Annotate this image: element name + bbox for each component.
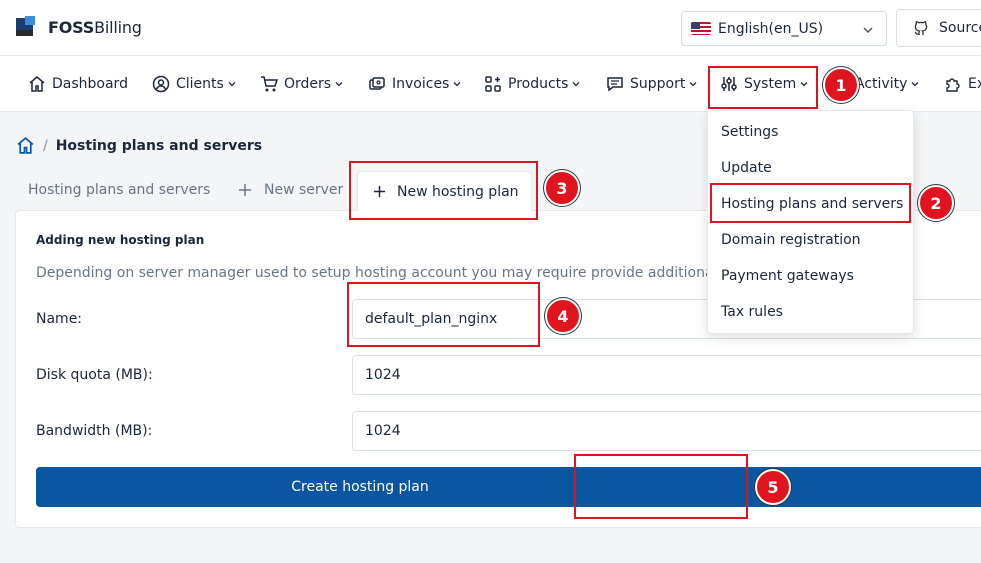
plus-icon — [239, 184, 251, 196]
annotation-badge-5: 5 — [755, 469, 791, 505]
bandwidth-label: Bandwidth (MB): — [36, 423, 153, 439]
chevron-down-icon — [453, 82, 461, 87]
invoice-icon — [369, 77, 385, 90]
logo-icon — [16, 16, 38, 38]
tab-new-server-label: New server — [264, 182, 344, 198]
chevron-down-icon — [863, 27, 873, 34]
annotation-highlight-4 — [347, 282, 540, 347]
menu-item-settings[interactable]: Settings — [721, 124, 778, 140]
cart-icon — [261, 76, 278, 92]
nav-clients-label: Clients — [176, 76, 224, 92]
chevron-down-icon — [228, 82, 236, 87]
nav-invoices-label: Invoices — [392, 76, 450, 92]
annotation-highlight-3 — [349, 161, 538, 220]
menu-item-update[interactable]: Update — [721, 160, 772, 176]
tab-hosting-plans[interactable]: Hosting plans and servers — [28, 182, 210, 198]
menu-item-domain-registration[interactable]: Domain registration — [721, 232, 861, 248]
bandwidth-field[interactable] — [352, 411, 981, 451]
annotation-highlight-1 — [708, 66, 818, 109]
nav-support[interactable]: Support — [606, 56, 697, 112]
chevron-down-icon — [911, 82, 919, 87]
nav-dashboard-label: Dashboard — [52, 76, 128, 92]
breadcrumb-separator: / — [43, 137, 48, 154]
puzzle-icon — [946, 78, 960, 92]
chevron-down-icon — [335, 82, 343, 87]
language-value: English(en_US) — [718, 20, 824, 37]
nav-orders-label: Orders — [284, 76, 332, 92]
annotation-highlight-2 — [710, 183, 911, 223]
create-hosting-plan-button[interactable]: Create hosting plan — [36, 467, 981, 507]
name-label: Name: — [36, 311, 83, 327]
nav-products-label: Products — [508, 76, 569, 92]
menu-item-payment-gateways[interactable]: Payment gateways — [721, 268, 854, 284]
tab-new-server[interactable]: New server — [238, 182, 343, 198]
annotation-badge-2: 2 — [918, 185, 954, 221]
breadcrumb: / Hosting plans and servers — [16, 136, 262, 155]
nav-orders[interactable]: Orders — [260, 56, 343, 112]
home-icon[interactable] — [16, 136, 35, 155]
us-flag-icon — [691, 22, 711, 35]
page-title: Hosting plans and servers — [55, 137, 263, 154]
logo-text: FOSSBilling — [48, 17, 142, 37]
nav-clients[interactable]: Clients — [152, 56, 236, 112]
nav-invoices[interactable]: Invoices — [368, 56, 461, 112]
home-icon — [29, 76, 45, 92]
nav-dashboard[interactable]: Dashboard — [28, 56, 128, 112]
menu-item-tax-rules[interactable]: Tax rules — [721, 304, 783, 320]
disk-quota-label: Disk quota (MB): — [36, 367, 153, 383]
tab-hosting-plans-label: Hosting plans and servers — [28, 182, 211, 198]
form-title: Adding new hosting plan — [36, 233, 205, 247]
nav-products[interactable]: Products — [484, 56, 580, 112]
nav-extensions[interactable]: Ex — [944, 56, 981, 112]
source-button[interactable]: Source — [896, 9, 981, 47]
disk-quota-field[interactable] — [352, 355, 981, 395]
language-select[interactable]: English(en_US) — [681, 11, 887, 46]
logo[interactable]: FOSSBilling — [16, 16, 142, 38]
top-header: FOSSBilling English(en_US) Source — [0, 0, 981, 56]
nav-activity[interactable]: Activity — [855, 56, 919, 112]
chevron-down-icon — [572, 82, 580, 87]
nav-extensions-label: Ex — [968, 76, 981, 92]
user-circle-icon — [152, 75, 170, 93]
chevron-down-icon — [689, 82, 697, 87]
products-icon — [485, 76, 501, 92]
annotation-badge-4: 4 — [545, 298, 581, 334]
nav-support-label: Support — [630, 76, 686, 92]
annotation-badge-1: 1 — [823, 67, 859, 103]
github-icon — [914, 21, 928, 35]
source-label: Source — [939, 20, 981, 36]
annotation-badge-3: 3 — [544, 170, 580, 206]
nav-activity-label: Activity — [855, 76, 908, 92]
annotation-highlight-5 — [574, 454, 748, 519]
message-icon — [607, 77, 623, 92]
